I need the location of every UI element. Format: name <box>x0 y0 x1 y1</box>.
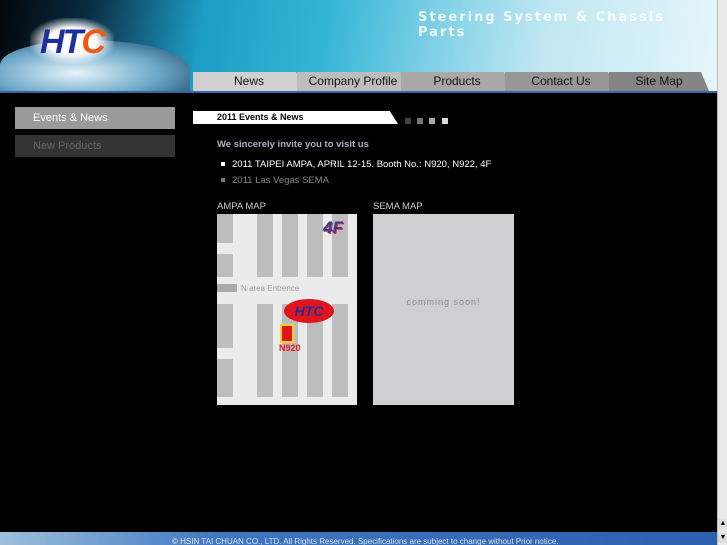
nav-site-map[interactable]: Site Map <box>609 72 709 91</box>
main-nav: News Company Profile Products Contact Us… <box>193 72 709 91</box>
slogan: Steering System & Chassis Parts <box>418 10 665 40</box>
entrance-arrow-icon <box>217 284 237 292</box>
scroll-down-icon[interactable]: ▼ <box>718 533 727 543</box>
sidebar-item-new-products[interactable]: New Products <box>15 135 175 157</box>
nav-company-profile[interactable]: Company Profile <box>297 72 409 91</box>
sema-map-label: SEMA MAP <box>373 201 423 212</box>
booth-marker <box>280 324 294 343</box>
floor-label: 4F <box>323 218 343 237</box>
event-item: 2011 TAIPEI AMPA, APRIL 12-15. Booth No.… <box>221 159 491 170</box>
section-title: 2011 Events & News <box>193 111 398 124</box>
decor-square <box>417 118 423 124</box>
booth-label: N920 <box>279 343 301 353</box>
ampa-map[interactable]: 4F N area Entrence HTC N920 <box>217 214 357 405</box>
nav-news[interactable]: News <box>193 72 305 91</box>
nav-products[interactable]: Products <box>401 72 513 91</box>
nav-contact-us[interactable]: Contact Us <box>505 72 617 91</box>
decor-square <box>442 118 448 124</box>
header-divider <box>0 91 717 93</box>
scroll-up-icon[interactable]: ▲ <box>718 519 727 529</box>
event-item[interactable]: 2011 Las Vegas SEMA <box>221 175 329 186</box>
intro-text: We sincerely invite you to visit us <box>217 139 369 150</box>
footer: © HSIN TAI CHUAN CO., LTD. All Rights Re… <box>0 532 717 545</box>
scrollbar[interactable]: ▲ ▼ <box>717 0 727 545</box>
coming-soon-text: comming soon! <box>406 297 481 307</box>
ampa-map-label: AMPA MAP <box>217 201 266 212</box>
decor-square <box>405 118 411 124</box>
bullet-icon <box>221 178 225 183</box>
decor-square <box>429 118 435 124</box>
sidebar-item-events-news[interactable]: Events & News <box>15 107 175 129</box>
bullet-icon <box>221 162 225 167</box>
htc-logo[interactable]: HTC <box>30 18 114 64</box>
htc-callout: HTC <box>284 299 334 323</box>
sema-map: comming soon! <box>373 214 514 405</box>
entrance-label: N area Entrence <box>241 284 300 293</box>
